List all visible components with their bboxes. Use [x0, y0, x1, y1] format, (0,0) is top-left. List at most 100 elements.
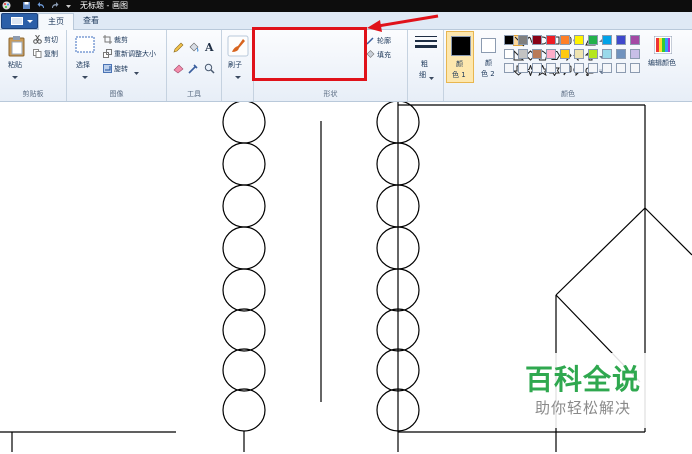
- window-title: 无标题 - 画图: [80, 1, 128, 10]
- pencil-icon[interactable]: [173, 42, 184, 55]
- palette-swatch[interactable]: [630, 35, 640, 45]
- chevron-down-icon[interactable]: [134, 68, 139, 77]
- color1-button[interactable]: 颜 色 1: [446, 31, 474, 83]
- color-picker-icon[interactable]: [188, 63, 199, 76]
- palette-swatch[interactable]: [630, 49, 640, 59]
- line-size-icon[interactable]: [415, 36, 437, 54]
- paste-icon: [8, 36, 25, 57]
- palette-swatch[interactable]: [546, 35, 556, 45]
- image-group-label: 图像: [109, 90, 124, 98]
- brushes-label[interactable]: 刷子: [228, 60, 242, 70]
- custom-color-slot[interactable]: [616, 63, 626, 73]
- palette-swatch[interactable]: [560, 35, 570, 45]
- fill-bucket-icon[interactable]: [188, 42, 199, 55]
- palette-swatch[interactable]: [574, 49, 584, 59]
- shape-fill-button[interactable]: 填充: [377, 50, 391, 60]
- undo-icon[interactable]: [37, 1, 46, 10]
- crop-icon[interactable]: [103, 35, 112, 46]
- palette-swatch[interactable]: [616, 49, 626, 59]
- palette-swatch[interactable]: [602, 49, 612, 59]
- tab-home[interactable]: 主页: [38, 13, 74, 30]
- brushes-group: 刷子: [222, 30, 254, 101]
- cut-button[interactable]: 剪切: [44, 35, 58, 45]
- paste-label[interactable]: 粘贴: [8, 60, 22, 70]
- clipboard-group-label: 剪贴板: [22, 90, 44, 98]
- brush-icon: [227, 35, 249, 57]
- shapes-highlight-box: [252, 27, 367, 81]
- palette-swatch[interactable]: [588, 35, 598, 45]
- chevron-down-icon[interactable]: [235, 73, 241, 82]
- chevron-down-icon: [27, 20, 33, 23]
- copy-button[interactable]: 复制: [44, 49, 58, 59]
- resize-icon[interactable]: [103, 49, 112, 60]
- edit-colors-button[interactable]: 编辑颜色: [648, 58, 676, 68]
- color1-swatch: [451, 36, 471, 56]
- file-menu-button[interactable]: [1, 13, 38, 29]
- chevron-down-icon[interactable]: [82, 73, 88, 82]
- text-tool-icon[interactable]: A: [204, 41, 215, 55]
- color2-label-line1: 颜: [485, 59, 492, 67]
- paint-app-icon: [2, 1, 11, 10]
- color2-button[interactable]: 颜 色 2: [476, 31, 502, 83]
- shape-outline-button[interactable]: 轮廓: [377, 36, 391, 46]
- palette-swatch[interactable]: [518, 35, 528, 45]
- custom-color-slot[interactable]: [532, 63, 542, 73]
- paste-button[interactable]: [7, 35, 27, 59]
- image-group: 选择 裁剪 重新调整大小 旋转 图像: [67, 30, 167, 101]
- color2-swatch: [481, 38, 496, 53]
- edit-colors-icon[interactable]: [653, 35, 673, 56]
- crop-button[interactable]: 裁剪: [114, 35, 128, 45]
- rotate-button[interactable]: 旋转: [114, 64, 128, 74]
- size-label-line1[interactable]: 粗: [421, 59, 428, 69]
- file-menu-icon: [11, 17, 23, 25]
- watermark-title: 百科全说: [524, 363, 641, 396]
- palette-swatch[interactable]: [518, 49, 528, 59]
- rotate-icon[interactable]: [103, 64, 112, 75]
- save-icon[interactable]: [22, 1, 31, 10]
- palette-swatch[interactable]: [616, 35, 626, 45]
- palette-swatch[interactable]: [574, 35, 584, 45]
- tab-view[interactable]: 查看: [74, 13, 108, 29]
- palette-swatch[interactable]: [602, 35, 612, 45]
- custom-color-slot[interactable]: [560, 63, 570, 73]
- tools-group-label: 工具: [187, 90, 201, 98]
- palette-swatch[interactable]: [504, 35, 514, 45]
- chevron-down-icon[interactable]: [429, 73, 434, 82]
- custom-color-slot[interactable]: [630, 63, 640, 73]
- palette-swatch[interactable]: [560, 49, 570, 59]
- custom-color-slot[interactable]: [574, 63, 584, 73]
- size-label-line2[interactable]: 细: [419, 70, 426, 80]
- select-button[interactable]: [75, 36, 95, 56]
- palette-swatch[interactable]: [504, 49, 514, 59]
- custom-color-slot[interactable]: [504, 63, 514, 73]
- colors-group-label: 颜色: [561, 90, 575, 98]
- magnifier-icon[interactable]: [204, 63, 215, 76]
- color1-label-line1: 颜: [456, 60, 463, 68]
- clipboard-group: 粘贴 剪切 复制 剪贴板: [0, 30, 67, 101]
- palette-swatch[interactable]: [532, 35, 542, 45]
- fill-icon[interactable]: [366, 50, 375, 61]
- copy-icon[interactable]: [33, 49, 42, 60]
- custom-color-slot[interactable]: [518, 63, 528, 73]
- redo-icon[interactable]: [50, 1, 59, 10]
- custom-color-slot[interactable]: [602, 63, 612, 73]
- color2-label-line2: 色 2: [481, 70, 495, 78]
- cut-icon[interactable]: [33, 34, 42, 46]
- outline-icon[interactable]: [366, 36, 375, 47]
- customize-toolbar-icon[interactable]: [64, 1, 73, 10]
- resize-button[interactable]: 重新调整大小: [114, 49, 156, 59]
- custom-color-slot[interactable]: [588, 63, 598, 73]
- colors-group: 颜 色 1 颜 色 2 编辑颜色 颜色: [444, 30, 692, 101]
- title-bar: 无标题 - 画图: [0, 0, 692, 12]
- select-icon: [75, 36, 95, 53]
- palette-swatch[interactable]: [588, 49, 598, 59]
- color1-label-line2: 色 1: [452, 71, 466, 79]
- custom-color-slot[interactable]: [546, 63, 556, 73]
- chevron-down-icon[interactable]: [12, 73, 18, 82]
- eraser-icon[interactable]: [173, 63, 184, 76]
- select-label[interactable]: 选择: [76, 60, 90, 70]
- brushes-button[interactable]: [227, 35, 249, 59]
- palette-swatch[interactable]: [532, 49, 542, 59]
- shapes-group-label: 形状: [323, 90, 338, 98]
- palette-swatch[interactable]: [546, 49, 556, 59]
